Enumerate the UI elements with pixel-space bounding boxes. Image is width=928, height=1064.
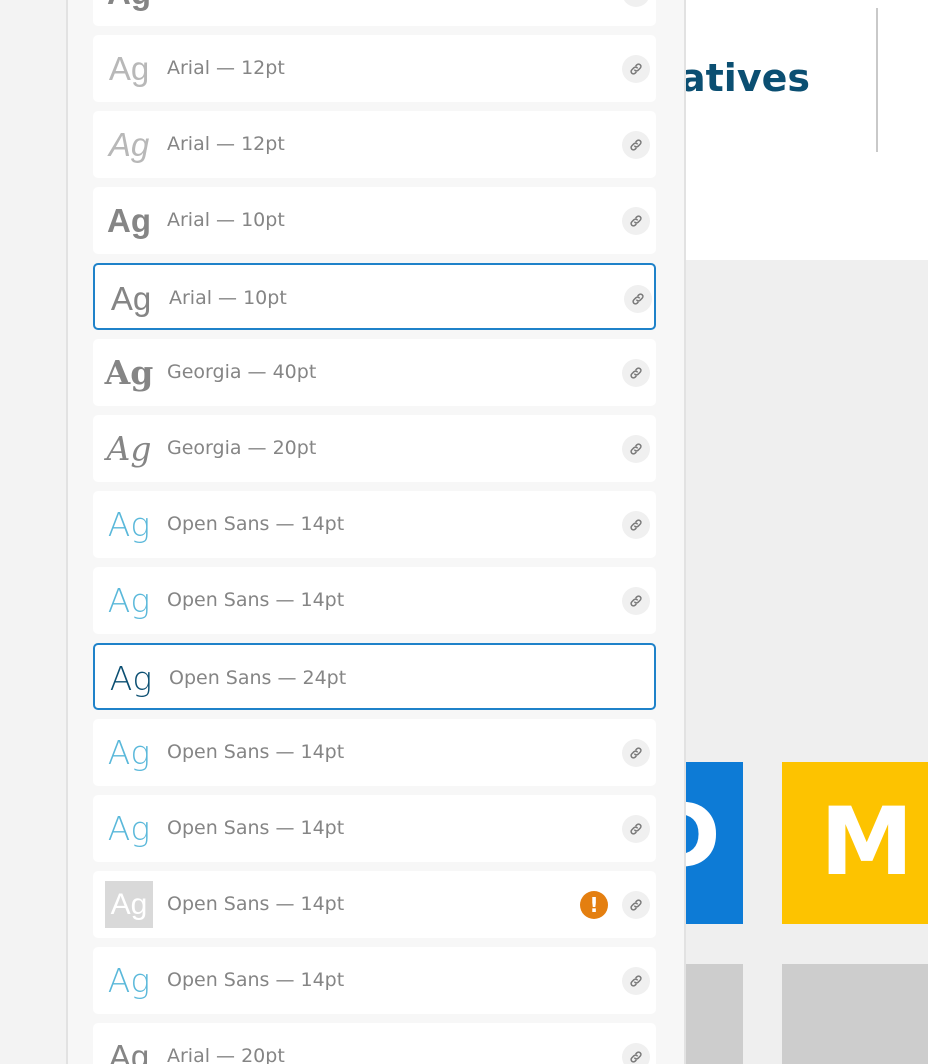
tile-placeholder[interactable]: [686, 964, 743, 1064]
link-icon[interactable]: [622, 435, 650, 463]
text-style-row[interactable]: Ag Open Sans — 24pt: [93, 643, 656, 710]
link-icon[interactable]: [622, 739, 650, 767]
text-styles-panel: Ag Ag Arial — 12pt Ag Arial — 12pt Ag Arial — …: [66, 0, 686, 1064]
tile-blue-letter: D: [686, 792, 721, 882]
link-icon[interactable]: [622, 511, 650, 539]
header-divider: [876, 8, 878, 152]
header-title-text[interactable]: atives: [686, 56, 810, 100]
style-preview-glyph: Ag: [109, 659, 153, 698]
link-icon[interactable]: [622, 0, 650, 7]
style-preview-glyph: Ag: [108, 126, 150, 163]
link-icon[interactable]: [622, 207, 650, 235]
tile-blue[interactable]: D: [686, 762, 743, 924]
style-name-label: Open Sans — 14pt: [167, 817, 345, 839]
style-preview-glyph: Ag: [106, 429, 152, 468]
text-style-row[interactable]: Ag Georgia — 20pt: [93, 415, 656, 482]
link-icon[interactable]: [622, 587, 650, 615]
style-name-label: Open Sans — 14pt: [167, 969, 345, 991]
link-icon[interactable]: [622, 815, 650, 843]
text-style-row[interactable]: Ag Open Sans — 14pt!: [93, 871, 656, 938]
style-name-label: Arial — 12pt: [167, 133, 285, 155]
style-name-label: Arial — 10pt: [169, 287, 287, 309]
link-icon[interactable]: [622, 967, 650, 995]
style-preview-glyph: Ag: [107, 961, 151, 1000]
style-preview-glyph: Ag: [108, 50, 150, 87]
text-style-row[interactable]: Ag Open Sans — 14pt: [93, 795, 656, 862]
link-icon[interactable]: [622, 359, 650, 387]
link-icon[interactable]: [622, 55, 650, 83]
style-preview-glyph: Ag: [107, 809, 151, 848]
style-preview-glyph: Ag: [107, 505, 151, 544]
text-style-row[interactable]: Ag Arial — 10pt: [93, 263, 656, 330]
style-preview-glyph: Ag: [108, 1038, 150, 1064]
text-style-row[interactable]: Ag Open Sans — 14pt: [93, 491, 656, 558]
style-name-label: Georgia — 40pt: [167, 361, 317, 383]
style-name-label: Open Sans — 14pt: [167, 589, 345, 611]
text-style-row[interactable]: Ag Georgia — 40pt: [93, 339, 656, 406]
tile-yellow-letter: M: [820, 788, 914, 897]
document-canvas: atives D M: [686, 0, 928, 1064]
link-icon[interactable]: [622, 131, 650, 159]
style-name-label: Open Sans — 14pt: [167, 513, 345, 535]
warning-icon[interactable]: !: [580, 891, 608, 919]
style-preview-glyph: Ag: [110, 280, 152, 317]
canvas-header-block[interactable]: atives: [686, 0, 928, 188]
canvas-header-strip: [686, 188, 928, 260]
style-name-label: Arial — 10pt: [167, 209, 285, 231]
style-name-label: Georgia — 20pt: [167, 437, 317, 459]
link-icon[interactable]: [624, 285, 652, 313]
text-style-row[interactable]: Ag Open Sans — 14pt: [93, 947, 656, 1014]
link-icon[interactable]: [622, 1043, 650, 1064]
text-style-row[interactable]: Ag Arial — 12pt: [93, 35, 656, 102]
text-style-row[interactable]: Ag Arial — 10pt: [93, 187, 656, 254]
style-name-label: Arial — 12pt: [167, 57, 285, 79]
style-name-label: Open Sans — 14pt: [167, 741, 345, 763]
style-name-label: Arial — 20pt: [167, 1045, 285, 1064]
text-style-row[interactable]: Ag Arial — 20pt: [93, 1023, 656, 1064]
style-preview-glyph: Ag: [107, 733, 151, 772]
style-preview-glyph: Ag: [105, 0, 153, 26]
style-name-label: Open Sans — 24pt: [169, 667, 347, 689]
style-name-label: Open Sans — 14pt: [167, 893, 345, 915]
text-style-row[interactable]: Ag Open Sans — 14pt: [93, 567, 656, 634]
tile-yellow[interactable]: M: [782, 762, 928, 924]
style-preview-glyph: Ag: [107, 581, 151, 620]
text-style-row[interactable]: Ag Open Sans — 14pt: [93, 719, 656, 786]
link-icon[interactable]: [622, 891, 650, 919]
tile-placeholder[interactable]: [782, 964, 928, 1064]
style-preview-glyph: Ag: [104, 353, 154, 392]
text-style-row[interactable]: Ag Arial — 12pt: [93, 111, 656, 178]
style-preview-glyph: Ag: [107, 202, 151, 239]
text-style-row[interactable]: Ag: [93, 0, 656, 26]
style-preview-thumbnail: Ag: [105, 881, 153, 928]
